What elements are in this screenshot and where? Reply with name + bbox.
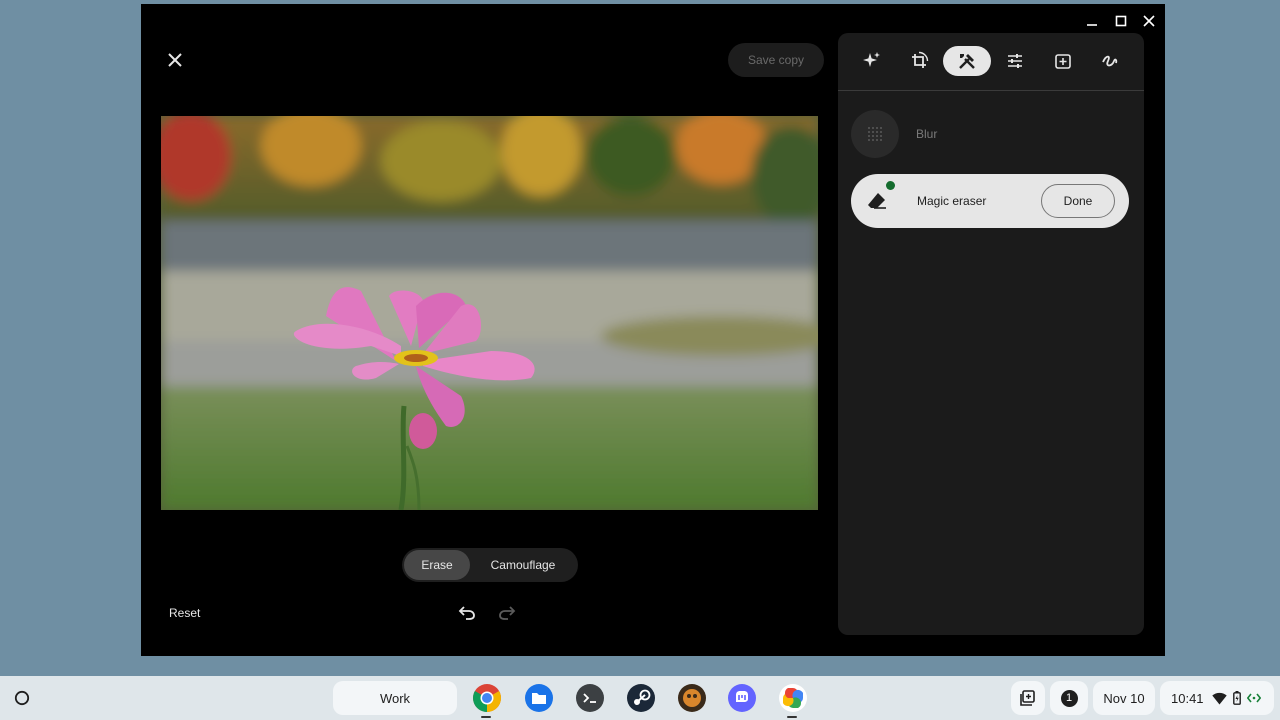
running-indicator	[787, 716, 797, 718]
minimize-icon[interactable]	[1082, 12, 1102, 30]
reset-button[interactable]: Reset	[169, 606, 200, 620]
suggestions-icon[interactable]	[848, 46, 896, 76]
edit-tools-panel: Blur Magic eraser Done	[838, 33, 1144, 635]
app-icon[interactable]	[677, 683, 707, 713]
mastodon-icon[interactable]	[727, 683, 757, 713]
battery-icon	[1232, 691, 1241, 705]
markup-icon[interactable]	[1086, 46, 1134, 76]
status-area[interactable]: 10:41	[1160, 681, 1274, 715]
holding-space-icon[interactable]	[1011, 681, 1045, 715]
redo-icon[interactable]	[497, 602, 517, 622]
photos-icon[interactable]	[778, 683, 808, 713]
eraser-icon	[853, 177, 901, 225]
crop-rotate-icon[interactable]	[895, 46, 943, 76]
edit-tabs	[838, 33, 1144, 91]
developer-mode-icon	[1246, 692, 1261, 704]
done-button[interactable]: Done	[1041, 184, 1115, 218]
running-indicator	[481, 716, 491, 718]
active-indicator-dot	[886, 181, 895, 190]
erase-mode-button[interactable]: Erase	[404, 550, 470, 580]
photo-editor-window: Save copy Erase Camouflage Reset Blur Ma…	[141, 4, 1165, 656]
notification-badge[interactable]: 1	[1050, 681, 1088, 715]
steam-icon[interactable]	[626, 683, 656, 713]
edited-photo[interactable]	[161, 116, 818, 510]
save-copy-button[interactable]: Save copy	[728, 43, 824, 77]
clock: 10:41	[1171, 690, 1204, 706]
blur-icon	[851, 110, 899, 158]
date-chip[interactable]: Nov 10	[1093, 681, 1155, 715]
magic-eraser-tool[interactable]: Magic eraser Done	[851, 174, 1129, 228]
files-icon[interactable]	[524, 683, 554, 713]
maximize-icon[interactable]	[1111, 12, 1131, 30]
blur-label: Blur	[916, 127, 938, 141]
tools-icon[interactable]	[943, 46, 991, 76]
wifi-icon	[1211, 692, 1227, 705]
blur-tool[interactable]: Blur	[851, 110, 937, 158]
adjust-icon[interactable]	[991, 46, 1039, 76]
chrome-icon[interactable]	[472, 683, 502, 713]
launcher-icon[interactable]	[6, 682, 38, 714]
undo-icon[interactable]	[457, 602, 477, 622]
desk-switcher[interactable]: Work	[333, 681, 457, 715]
notification-count: 1	[1060, 689, 1078, 707]
camouflage-mode-button[interactable]: Camouflage	[470, 550, 576, 580]
window-close-icon[interactable]	[1139, 12, 1159, 30]
close-editor-icon[interactable]	[163, 48, 187, 72]
erase-mode-toggle: Erase Camouflage	[402, 548, 578, 582]
terminal-icon[interactable]	[575, 683, 605, 713]
magic-eraser-label: Magic eraser	[917, 194, 987, 208]
filters-icon[interactable]	[1039, 46, 1087, 76]
shelf: Work 1 Nov 10 10:41	[0, 676, 1280, 720]
